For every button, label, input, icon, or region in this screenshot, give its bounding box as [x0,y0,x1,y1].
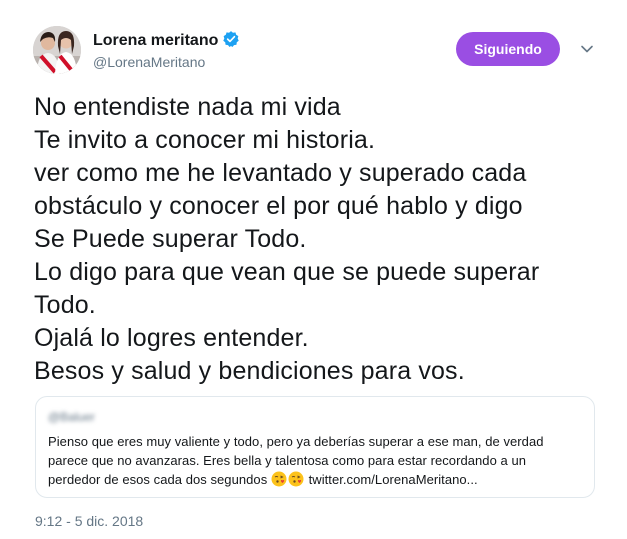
verified-badge-icon [222,30,240,48]
tweet-header: Lorena meritano @LorenaMeritano Siguiend… [33,26,603,78]
quoted-tweet-text: Pienso que eres muy valiente y todo, per… [48,432,582,489]
quoted-line: Pienso que eres muy valiente y todo, per… [48,434,544,449]
tweet-line: Besos y salud y bendiciones para vos. [34,357,465,385]
tweet-line: No entendiste nada mi vida [34,93,341,121]
tweet-line: Te invito a conocer mi historia. [34,126,376,154]
quoted-line: parece que no avanzaras. Eres bella y ta… [48,453,527,468]
tweet-timestamp[interactable]: 9:12 - 5 dic. 2018 [35,513,143,529]
tweet-line: ver como me he levantado y superado cada [34,159,527,187]
avatar[interactable] [33,26,81,74]
tweet-line: obstáculo y conocer el por qué hablo y d… [34,192,523,220]
display-name[interactable]: Lorena meritano [93,31,218,51]
face-blowing-kiss-emoji [288,471,304,487]
chevron-down-icon[interactable] [579,41,595,57]
quoted-line: perdedor de esos cada dos segundos [48,472,268,487]
tweet-line: Todo. [34,291,96,319]
user-handle[interactable]: @LorenaMeritano [93,52,240,72]
quoted-tweet[interactable]: @Baluer Pienso que eres muy valiente y t… [35,396,595,498]
following-button[interactable]: Siguiendo [456,32,560,66]
quoted-author-blurred: @Baluer [48,410,95,424]
tweet-line: Ojalá lo logres entender. [34,324,309,352]
tweet-line: Lo digo para que vean que se puede super… [34,258,540,286]
quoted-link[interactable]: twitter.com/LorenaMeritano... [309,472,478,487]
tweet-text: No entendiste nada mi vida Te invito a c… [34,91,604,388]
user-names: Lorena meritano @LorenaMeritano [93,30,240,72]
face-blowing-kiss-emoji [271,471,287,487]
tweet-line: Se Puede superar Todo. [34,225,307,253]
